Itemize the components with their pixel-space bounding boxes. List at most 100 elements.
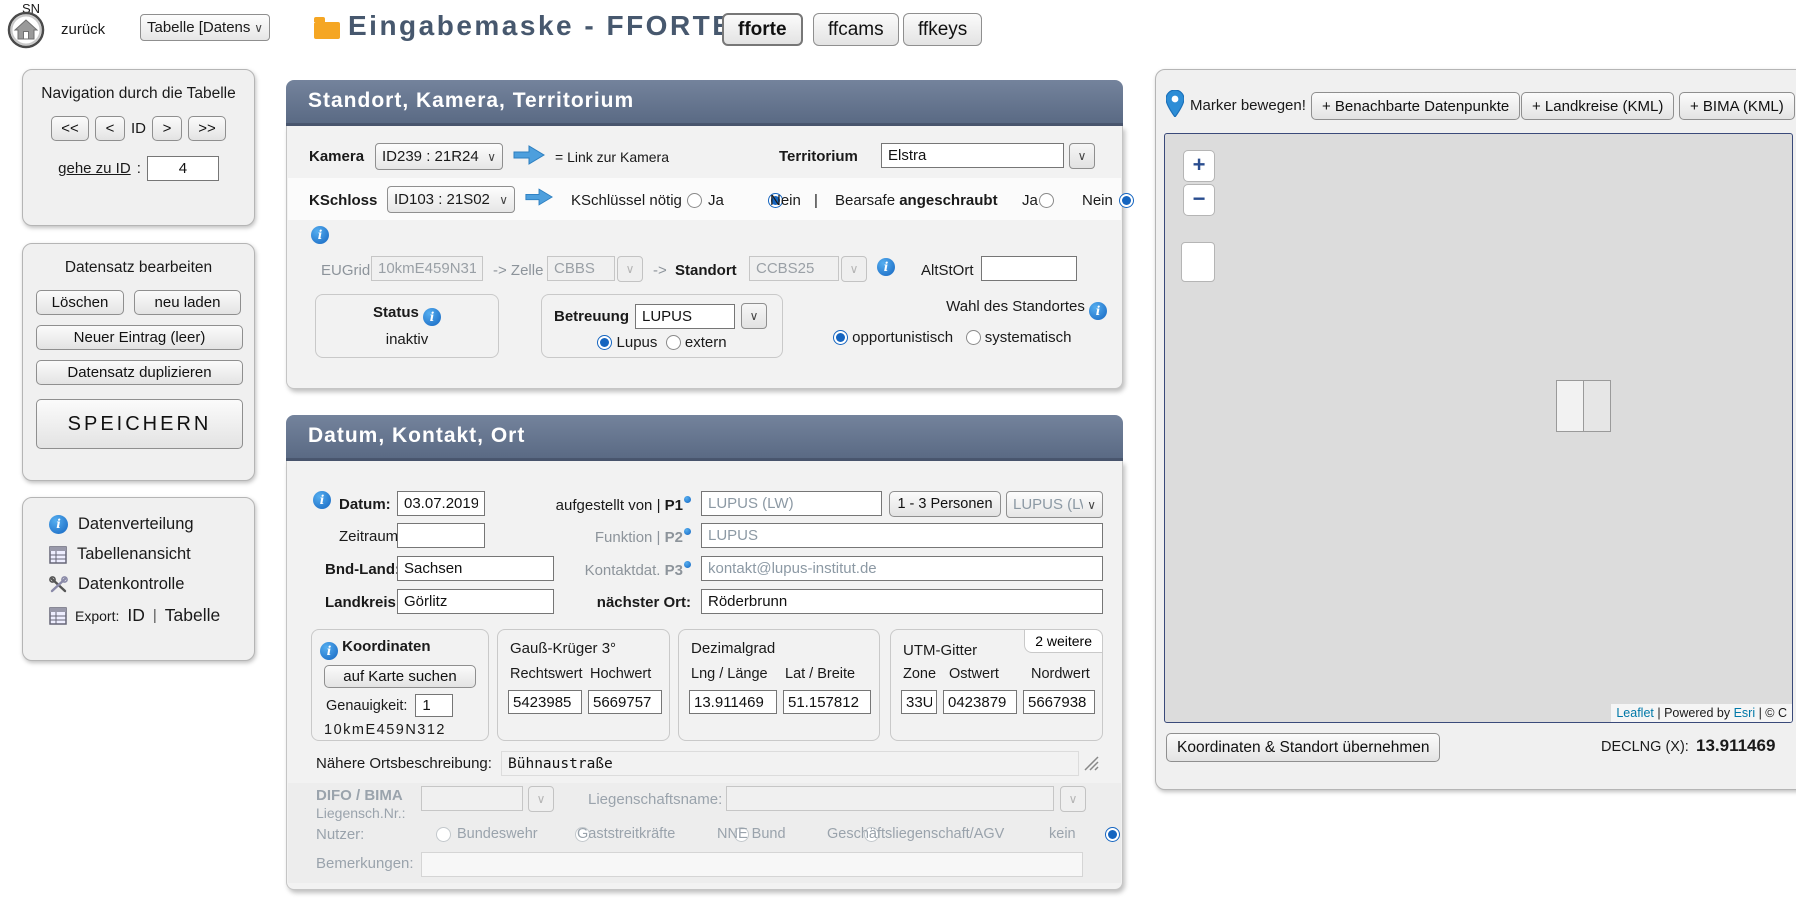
folder-icon [314, 22, 340, 39]
export-label: Export: [75, 608, 119, 624]
koordinaten-label: Koordinaten [342, 638, 430, 655]
bemerkungen-input[interactable] [421, 852, 1083, 877]
territorium-dropdown-button[interactable]: ∨ [1069, 143, 1095, 169]
kschloss-select-value: ID103 : 21S02 [394, 191, 490, 208]
landkreise-button[interactable]: + Landkreise (KML) [1521, 92, 1674, 120]
leaflet-link[interactable]: Leaflet [1616, 706, 1654, 720]
back-link[interactable]: zurück [61, 21, 105, 38]
esri-link[interactable]: Esri [1734, 706, 1756, 720]
zeitraum-input[interactable] [397, 523, 485, 548]
kamera-select-chevron-icon: ∨ [487, 150, 496, 164]
export-id-link[interactable]: ID [127, 605, 145, 626]
home-button[interactable] [7, 11, 45, 49]
declng-value: 13.911469 [1696, 736, 1775, 756]
goto-id-input[interactable] [147, 156, 219, 181]
nav-first-button[interactable]: << [51, 116, 89, 141]
genauigkeit-input[interactable] [415, 694, 453, 717]
map-layers-button[interactable] [1181, 242, 1215, 282]
status-info-icon[interactable] [423, 308, 441, 326]
koordinaten-info-icon[interactable] [320, 642, 338, 660]
zone-input[interactable] [901, 690, 937, 714]
tab-ffcams[interactable]: ffcams [813, 13, 899, 46]
kamera-label: Kamera [309, 148, 364, 165]
nav-last-button[interactable]: >> [188, 116, 226, 141]
betreuung-input[interactable] [635, 304, 735, 329]
utm-more-button[interactable]: 2 weitere [1024, 629, 1103, 653]
p1-select-chevron-icon: ∨ [1087, 498, 1096, 512]
lng-input[interactable] [689, 690, 777, 714]
ort-input[interactable] [701, 589, 1103, 614]
bearsafe-nein-radio[interactable] [1119, 193, 1134, 208]
map-attribution: Leaflet | Powered by Esri | © C [1611, 704, 1792, 722]
nav-next-button[interactable]: > [152, 116, 182, 141]
kamera-select[interactable]: ID239 : 21R24 ∨ [375, 143, 503, 170]
tab-fforte[interactable]: fforte [722, 13, 803, 46]
map-zoom-out-button[interactable]: − [1183, 184, 1215, 216]
dez-col2-label: Lat / Breite [785, 666, 855, 682]
standort-input [749, 256, 839, 281]
datum-info-icon[interactable] [313, 491, 331, 509]
ostwert-input[interactable] [943, 690, 1017, 714]
record-panel-title: Datensatz bearbeiten [23, 259, 254, 277]
kschloss-info-icon[interactable] [311, 226, 329, 244]
new-entry-button[interactable]: Neuer Eintrag (leer) [36, 325, 243, 350]
kamera-link-arrow-icon[interactable] [513, 144, 545, 166]
rechtswert-input[interactable] [508, 690, 582, 714]
export-table-link[interactable]: Tabelle [165, 605, 220, 626]
karte-suchen-button[interactable]: auf Karte suchen [324, 665, 476, 688]
standort-section-body: Kamera ID239 : 21R24 ∨ = Link zur Kamera… [286, 126, 1123, 389]
altstort-input[interactable] [981, 256, 1077, 281]
territorium-input[interactable] [881, 143, 1064, 168]
datum-input[interactable] [397, 491, 485, 516]
duplicate-button[interactable]: Datensatz duplizieren [36, 360, 243, 385]
link-datenkontrolle[interactable]: Datenkontrolle [49, 575, 254, 594]
delete-button[interactable]: Löschen [36, 290, 124, 315]
personen-button[interactable]: 1 - 3 Personen [889, 491, 1001, 517]
table-select[interactable]: Tabelle [Datens ∨ [140, 14, 270, 41]
link-tabellenansicht[interactable]: Tabellenansicht [49, 545, 254, 564]
map-canvas[interactable]: + − Leaflet | Powered by Esri | © C [1164, 133, 1793, 723]
nutzer-kein-radio[interactable] [1105, 827, 1120, 842]
betreuung-extern-radio[interactable] [666, 335, 681, 350]
wahl-systematisch-radio[interactable] [966, 330, 981, 345]
resize-grip-icon[interactable] [1083, 755, 1099, 771]
bima-button[interactable]: + BIMA (KML) [1679, 92, 1795, 120]
betreuung-lupus-radio[interactable] [597, 335, 612, 350]
p2-input[interactable] [701, 523, 1103, 548]
wahl-opportunistisch-radio[interactable] [833, 330, 848, 345]
lat-input[interactable] [783, 690, 871, 714]
tab-ffkeys[interactable]: ffkeys [903, 13, 982, 46]
gk-title: Gauß-Krüger 3° [510, 640, 669, 657]
p1-input[interactable] [701, 491, 882, 516]
save-button[interactable]: SPEICHERN [36, 399, 243, 449]
ortsbeschreibung-textarea[interactable] [501, 751, 1079, 776]
kschluessel-ja-radio[interactable] [687, 193, 702, 208]
wahl-info-icon[interactable] [1089, 302, 1107, 320]
hochwert-input[interactable] [588, 690, 662, 714]
nav-prev-button[interactable]: < [95, 116, 125, 141]
utm-col2-label: Ostwert [949, 666, 999, 682]
links-panel: Datenverteilung Tabellenansicht Datenkon… [22, 497, 255, 661]
dezimalgrad-box: Dezimalgrad Lng / Länge Lat / Breite [678, 629, 880, 741]
landkreis-label: Landkreis: [325, 594, 401, 611]
kschloss-select[interactable]: ID103 : 21S02 ∨ [387, 186, 515, 213]
marker-hint-label: Marker bewegen! [1190, 97, 1306, 114]
kschluessel-ja-label: Ja [708, 192, 724, 209]
reload-button[interactable]: neu laden [134, 290, 241, 315]
datum-section: Datum, Kontakt, Ort Datum: aufgestellt v… [286, 415, 1123, 890]
map-zoom-in-button[interactable]: + [1183, 150, 1215, 182]
betreuung-dropdown-button[interactable]: ∨ [741, 303, 767, 329]
nordwert-input[interactable] [1023, 690, 1095, 714]
kschloss-separator: | [814, 192, 818, 209]
apply-coordinates-button[interactable]: Koordinaten & Standort übernehmen [1166, 733, 1440, 762]
standort-info-icon[interactable] [877, 258, 895, 276]
link-datenverteilung[interactable]: Datenverteilung [49, 515, 254, 534]
datenpunkte-button[interactable]: + Benachbarte Datenpunkte [1311, 92, 1520, 120]
goto-id-link[interactable]: gehe zu ID [58, 160, 131, 177]
export-table-icon [49, 607, 67, 625]
p1-label: aufgestellt von | P1 [527, 496, 691, 514]
p1-select[interactable]: LUPUS (LW ∨ [1006, 491, 1103, 518]
kschloss-link-arrow-icon[interactable] [525, 187, 553, 207]
p3-input[interactable] [701, 556, 1103, 581]
link-export[interactable]: Export: ID | Tabelle [49, 605, 254, 626]
